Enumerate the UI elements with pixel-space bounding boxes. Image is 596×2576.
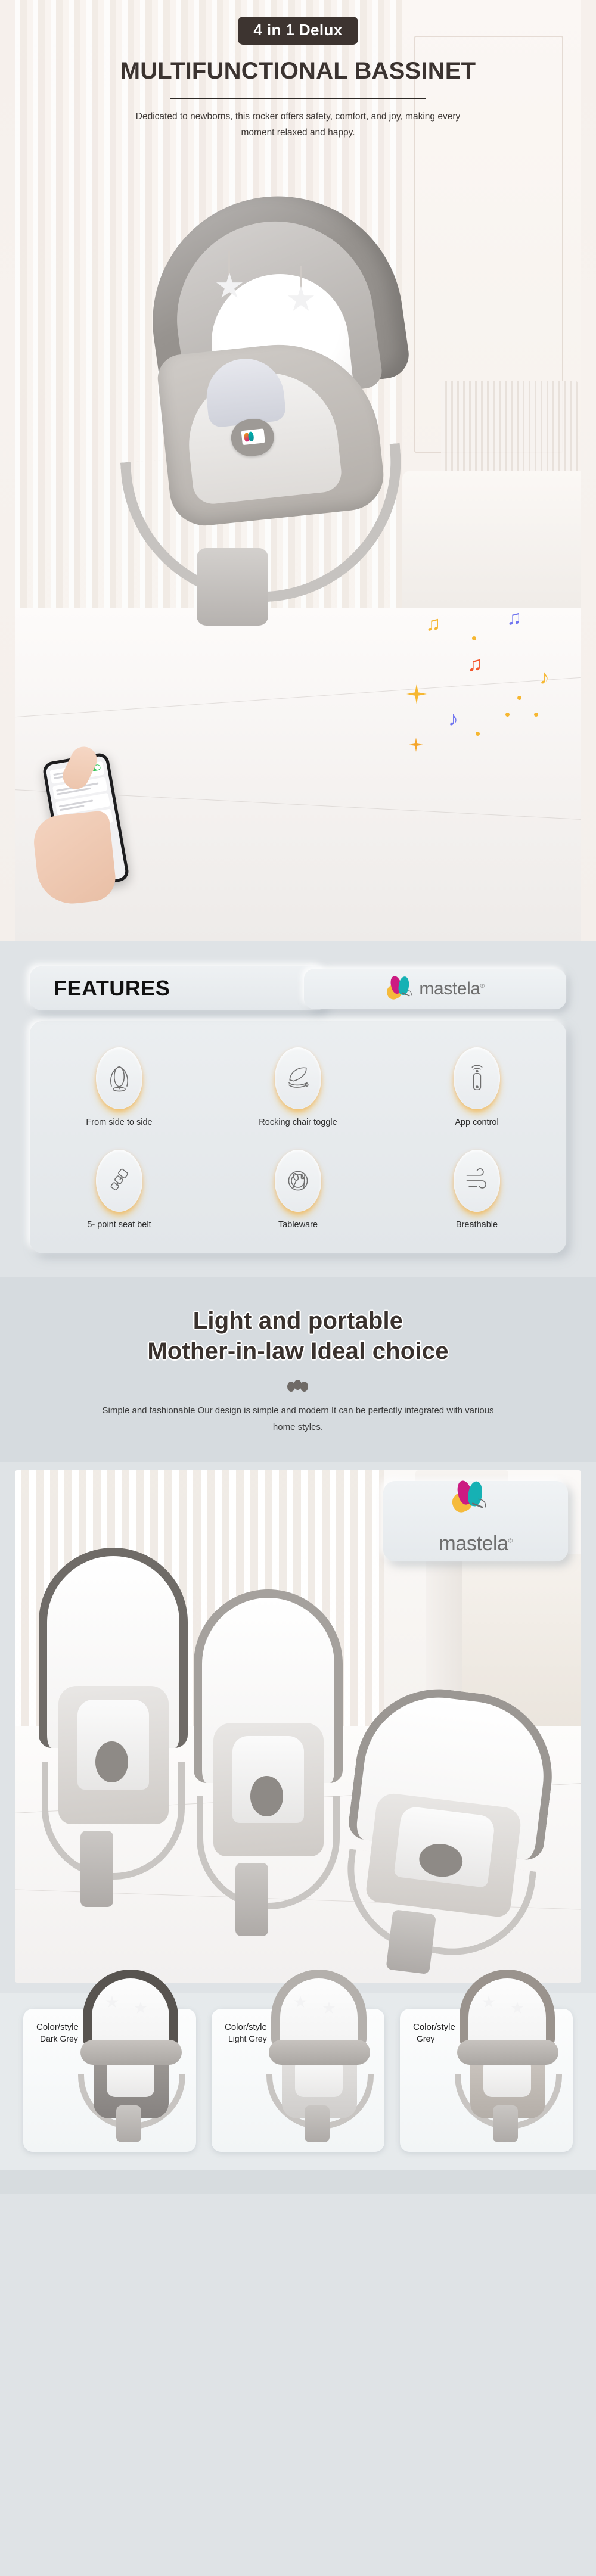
portable-heading-line1: Light and portable xyxy=(193,1308,403,1334)
feature-item-rocking-chair[interactable]: Rocking chair toggle xyxy=(209,1047,387,1127)
side-to-side-swing-icon xyxy=(96,1047,142,1109)
feature-label: Tableware xyxy=(278,1220,318,1230)
colorway-value: Grey xyxy=(417,2033,435,2043)
colorway-title: Color/style xyxy=(36,2021,79,2032)
app-remote-control-icon xyxy=(454,1047,500,1109)
features-header: FEATURES mastela® xyxy=(30,966,566,1013)
hand-illustration xyxy=(31,810,118,907)
features-grid: From side to side Rocking chair toggle A… xyxy=(30,1047,566,1230)
portable-heading-line2: Mother-in-law Ideal choice xyxy=(147,1338,449,1365)
butterfly-logo-icon xyxy=(384,975,414,1002)
colorway-product-image xyxy=(444,1969,569,2148)
product-badge: 4 in 1 Delux xyxy=(238,17,358,45)
hand-with-phone xyxy=(31,742,149,911)
butterfly-logo-icon xyxy=(449,1479,501,1530)
colorway-label: Color/style Grey xyxy=(413,2022,455,2043)
product-detail-page: 4 in 1 Delux MULTIFUNCTIONAL BASSINET De… xyxy=(0,0,596,2194)
hero-subtitle: Dedicated to newborns, this rocker offer… xyxy=(135,111,461,138)
colorway-label: Color/style Dark Grey xyxy=(36,2022,79,2043)
colorway-label: Color/style Light Grey xyxy=(225,2022,267,2043)
brand-wordmark: mastela® xyxy=(419,979,485,998)
tableware-plate-icon xyxy=(275,1150,321,1212)
breathable-airflow-icon xyxy=(454,1150,500,1212)
features-grid-card: From side to side Rocking chair toggle A… xyxy=(30,1021,566,1253)
portable-section: Light and portable Mother-in-law Ideal c… xyxy=(0,1277,596,1462)
portable-heading: Light and portable Mother-in-law Ideal c… xyxy=(0,1306,596,1367)
brand-wordmark: mastela® xyxy=(439,1532,513,1555)
feature-label: 5- point seat belt xyxy=(87,1220,151,1230)
feature-label: From side to side xyxy=(86,1118,153,1127)
lifestyle-section: mastela® xyxy=(0,1461,596,1993)
colorway-row: Color/style Dark Grey Color/style Light … xyxy=(0,1969,596,2152)
colorway-value: Dark Grey xyxy=(40,2033,78,2043)
hero-product-bassinet xyxy=(107,180,441,626)
bassinet-motor-base xyxy=(197,548,268,626)
dot-decoration xyxy=(517,696,522,700)
dot-decoration xyxy=(534,713,538,717)
bassinet-variant-light xyxy=(194,1589,343,1937)
feature-item-app-control[interactable]: App control xyxy=(387,1047,566,1127)
colorway-section: Color/style Dark Grey Color/style Light … xyxy=(0,1969,596,2170)
colorway-product-image xyxy=(67,1969,193,2148)
dot-decoration xyxy=(505,713,510,717)
hero-radiator xyxy=(441,381,578,483)
colorway-title: Color/style xyxy=(225,2021,267,2032)
features-heading: FEATURES xyxy=(54,976,170,1000)
hero-header: 4 in 1 Delux MULTIFUNCTIONAL BASSINET De… xyxy=(0,0,596,141)
feature-item-side-to-side[interactable]: From side to side xyxy=(30,1047,209,1127)
brand-tag-icon xyxy=(241,428,265,446)
bassinet-variant-grey xyxy=(333,1679,561,1975)
music-note-icon: ♫ xyxy=(426,612,441,635)
bassinet-variant-dark xyxy=(39,1547,188,1908)
dot-decoration xyxy=(472,636,476,640)
feature-label: Rocking chair toggle xyxy=(259,1118,337,1127)
music-note-icon: ♫ xyxy=(467,653,483,676)
colorway-title: Color/style xyxy=(413,2021,455,2032)
lifestyle-image-wrap: mastela® xyxy=(15,1470,581,1983)
features-title-card: FEATURES xyxy=(30,966,328,1010)
rocking-chair-icon xyxy=(275,1047,321,1109)
colorway-card-dark-grey[interactable]: Color/style Dark Grey xyxy=(23,1969,196,2152)
music-note-icon: ♪ xyxy=(539,666,550,689)
colorway-product-image xyxy=(256,1969,381,2148)
brand-logo-card: mastela® xyxy=(304,969,566,1009)
feature-label: Breathable xyxy=(455,1220,498,1230)
music-note-icon: ♫ xyxy=(507,606,522,629)
star-toy-string xyxy=(228,251,230,276)
colorway-value: Light Grey xyxy=(228,2033,267,2043)
head-support-pillow xyxy=(203,354,287,428)
portable-body-text: Simple and fashionable Our design is sim… xyxy=(102,1405,494,1433)
feature-item-tableware[interactable]: Tableware xyxy=(209,1150,387,1230)
colorway-card-grey[interactable]: Color/style Grey xyxy=(400,1969,573,2152)
three-dots-ornament-icon xyxy=(286,1380,310,1392)
footer-strip xyxy=(0,2169,596,2194)
feature-item-seat-belt[interactable]: 5- point seat belt xyxy=(30,1150,209,1230)
music-notes-decoration: ♫ ♫ ♫ ♪ ♪ xyxy=(406,606,596,786)
lifestyle-brand-logo-card: mastela® xyxy=(383,1479,568,1561)
music-note-icon: ♪ xyxy=(448,708,458,730)
feature-label: App control xyxy=(455,1118,499,1127)
dot-decoration xyxy=(476,732,480,736)
feature-item-breathable[interactable]: Breathable xyxy=(387,1150,566,1230)
hero-section: 4 in 1 Delux MULTIFUNCTIONAL BASSINET De… xyxy=(0,0,596,941)
page-title: MULTIFUNCTIONAL BASSINET xyxy=(120,58,476,84)
seat-belt-buckle-icon xyxy=(96,1150,142,1212)
colorway-card-light-grey[interactable]: Color/style Light Grey xyxy=(212,1969,384,2152)
title-divider xyxy=(170,98,426,99)
features-section: FEATURES mastela® From side to side Rock… xyxy=(0,941,596,1277)
